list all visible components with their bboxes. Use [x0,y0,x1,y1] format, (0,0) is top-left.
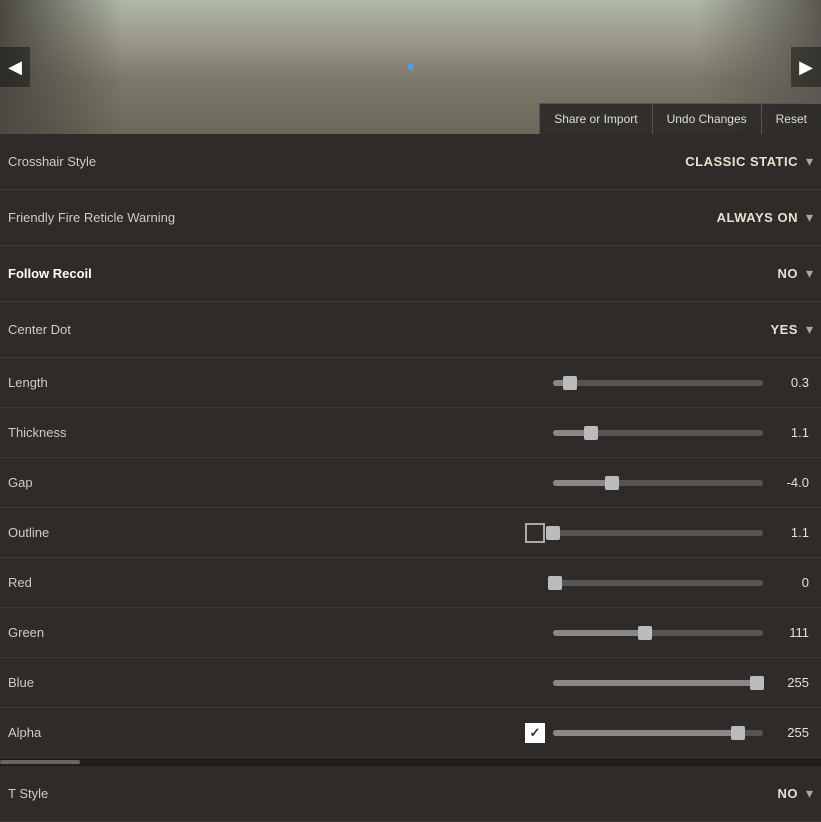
length-thumb[interactable] [563,376,577,390]
t-style-value: NO [777,786,798,801]
reset-button[interactable]: Reset [761,103,821,134]
green-slider-area: 111 [553,625,813,640]
next-button[interactable]: ▶ [791,47,821,87]
outline-thumb[interactable] [546,526,560,540]
thickness-row: Thickness 1.1 [0,408,821,458]
thickness-label: Thickness [8,425,188,440]
follow-recoil-value: NO [777,266,798,281]
outline-row: Outline 1.1 [0,508,821,558]
gap-fill [553,480,612,486]
chevron-right-icon: ▶ [799,57,813,78]
thickness-thumb[interactable] [584,426,598,440]
center-dot-row: Center Dot YES ▾ [0,302,821,358]
t-style-control[interactable]: NO ▾ [777,785,813,802]
follow-recoil-row: Follow Recoil NO ▾ [0,246,821,302]
follow-recoil-label: Follow Recoil [8,266,188,281]
undo-changes-button[interactable]: Undo Changes [652,103,761,134]
gap-slider[interactable] [553,480,763,486]
alpha-checkbox[interactable] [525,723,545,743]
center-dot-value: YES [770,322,798,337]
blue-slider-area: 255 [553,675,813,690]
scrollbar-thumb[interactable] [0,760,80,764]
blue-slider[interactable] [553,680,763,686]
friendly-fire-control[interactable]: ALWAYS ON ▾ [717,209,813,226]
alpha-label: Alpha [8,725,188,740]
scrollbar[interactable] [0,758,821,766]
red-value: 0 [771,575,813,590]
green-thumb[interactable] [638,626,652,640]
red-row: Red 0 [0,558,821,608]
length-label: Length [8,375,188,390]
length-slider-area: 0.3 [553,375,813,390]
length-slider[interactable] [553,380,763,386]
blue-label: Blue [8,675,188,690]
outline-slider-area: 1.1 [525,523,813,543]
hero-actions-bar: Share or Import Undo Changes Reset [539,103,821,134]
crosshair-dot [408,64,414,70]
green-row: Green 111 [0,608,821,658]
gap-thumb[interactable] [605,476,619,490]
friendly-fire-label: Friendly Fire Reticle Warning [8,210,188,225]
crosshair-style-label: Crosshair Style [8,154,188,169]
alpha-thumb[interactable] [731,726,745,740]
crosshair-style-control[interactable]: CLASSIC STATIC ▾ [685,153,813,170]
outline-value: 1.1 [771,525,813,540]
gap-label: Gap [8,475,188,490]
gap-value: -4.0 [771,475,813,490]
thickness-slider[interactable] [553,430,763,436]
gap-slider-area: -4.0 [553,475,813,490]
alpha-value: 255 [771,725,813,740]
friendly-fire-value: ALWAYS ON [717,210,798,225]
outline-slider[interactable] [553,530,763,536]
center-dot-control[interactable]: YES ▾ [770,321,813,338]
crosshair-style-chevron[interactable]: ▾ [806,153,813,170]
green-fill [553,630,645,636]
chevron-left-icon: ◀ [8,57,22,78]
t-style-row: T Style NO ▾ [0,766,821,822]
follow-recoil-control[interactable]: NO ▾ [777,265,813,282]
center-dot-chevron[interactable]: ▾ [806,321,813,338]
center-dot-label: Center Dot [8,322,188,337]
hero-preview: ◀ ▶ Share or Import Undo Changes Reset [0,0,821,134]
red-slider[interactable] [553,580,763,586]
red-slider-area: 0 [553,575,813,590]
crosshair-style-row: Crosshair Style CLASSIC STATIC ▾ [0,134,821,190]
blue-value: 255 [771,675,813,690]
alpha-fill [553,730,738,736]
outline-checkbox[interactable] [525,523,545,543]
length-row: Length 0.3 [0,358,821,408]
alpha-row: Alpha 255 [0,708,821,758]
crosshair-style-value: CLASSIC STATIC [685,154,798,169]
green-slider[interactable] [553,630,763,636]
blue-thumb[interactable] [750,676,764,690]
thickness-slider-area: 1.1 [553,425,813,440]
length-value: 0.3 [771,375,813,390]
blue-row: Blue 255 [0,658,821,708]
follow-recoil-chevron[interactable]: ▾ [806,265,813,282]
t-style-label: T Style [8,786,188,801]
alpha-slider-area: 255 [525,723,813,743]
outline-label: Outline [8,525,188,540]
settings-panel: Crosshair Style CLASSIC STATIC ▾ Friendl… [0,134,821,822]
friendly-fire-row: Friendly Fire Reticle Warning ALWAYS ON … [0,190,821,246]
share-import-button[interactable]: Share or Import [539,103,651,134]
t-style-chevron[interactable]: ▾ [806,785,813,802]
friendly-fire-chevron[interactable]: ▾ [806,209,813,226]
prev-button[interactable]: ◀ [0,47,30,87]
gap-row: Gap -4.0 [0,458,821,508]
green-label: Green [8,625,188,640]
red-label: Red [8,575,188,590]
red-thumb[interactable] [548,576,562,590]
alpha-slider[interactable] [553,730,763,736]
blue-fill [553,680,763,686]
thickness-value: 1.1 [771,425,813,440]
green-value: 111 [771,625,813,640]
